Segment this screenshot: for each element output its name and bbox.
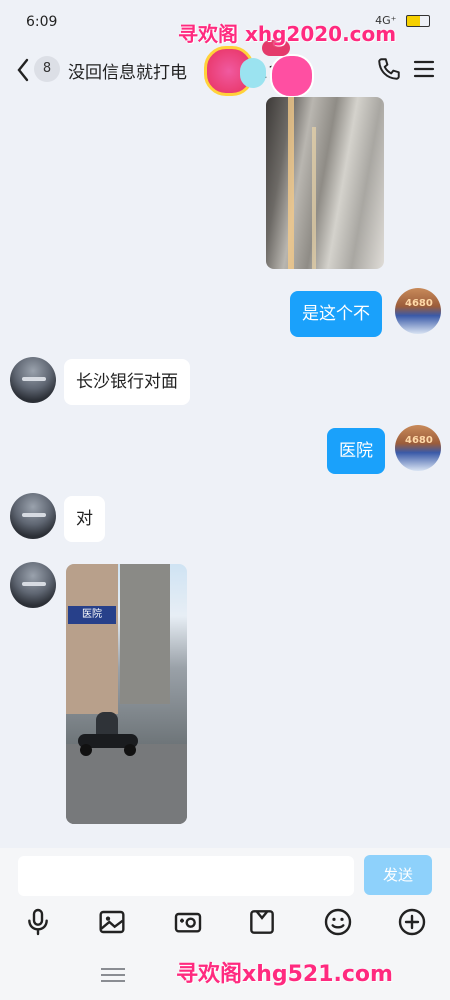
chevron-left-icon: [17, 58, 29, 82]
send-button[interactable]: 发送: [364, 855, 432, 895]
plus-icon[interactable]: [396, 906, 428, 938]
file-icon[interactable]: [246, 906, 278, 938]
mic-icon[interactable]: [22, 906, 54, 938]
avatar-other[interactable]: [10, 562, 56, 608]
status-time: 6:09: [26, 14, 58, 30]
image-icon[interactable]: [96, 906, 128, 938]
phone-icon[interactable]: [376, 56, 402, 82]
image-message[interactable]: 医院: [66, 564, 187, 824]
tower: [120, 564, 170, 704]
scooter: [78, 712, 140, 756]
menu-icon[interactable]: [412, 56, 436, 82]
message-bubble-out[interactable]: 是这个不: [290, 291, 382, 337]
emoji-icon[interactable]: [322, 906, 354, 938]
watermark-bottom: 寻欢阁xhg521.com: [176, 962, 393, 987]
avatar-other[interactable]: [10, 357, 56, 403]
image-message[interactable]: [266, 97, 384, 269]
watermark-top: 寻欢阁 xhg2020.com: [178, 22, 397, 46]
avatar-me[interactable]: 4680: [395, 425, 441, 471]
avatar-text: 4680: [405, 435, 433, 446]
back-button[interactable]: 8: [10, 54, 70, 86]
building: [66, 564, 118, 714]
sticker-decoration: [200, 40, 314, 102]
battery-icon: [406, 15, 430, 27]
message-bubble-in[interactable]: 对: [64, 496, 105, 542]
pavement: [66, 744, 187, 824]
message-input[interactable]: [18, 856, 354, 896]
message-bubble-in[interactable]: 长沙银行对面: [64, 359, 190, 405]
building-light-strip: [312, 127, 316, 269]
camera-icon[interactable]: [172, 906, 204, 938]
chat-title-text: 没回信息就打电: [68, 63, 187, 83]
message-bubble-out[interactable]: 医院: [327, 428, 385, 474]
nav-menu-icon[interactable]: [101, 964, 125, 984]
hospital-sign: 医院: [68, 606, 116, 624]
building-light-strip: [288, 97, 294, 269]
avatar-other[interactable]: [10, 493, 56, 539]
unread-count-badge: 8: [34, 56, 60, 82]
avatar-me[interactable]: 4680: [395, 288, 441, 334]
avatar-text: 4680: [405, 298, 433, 309]
